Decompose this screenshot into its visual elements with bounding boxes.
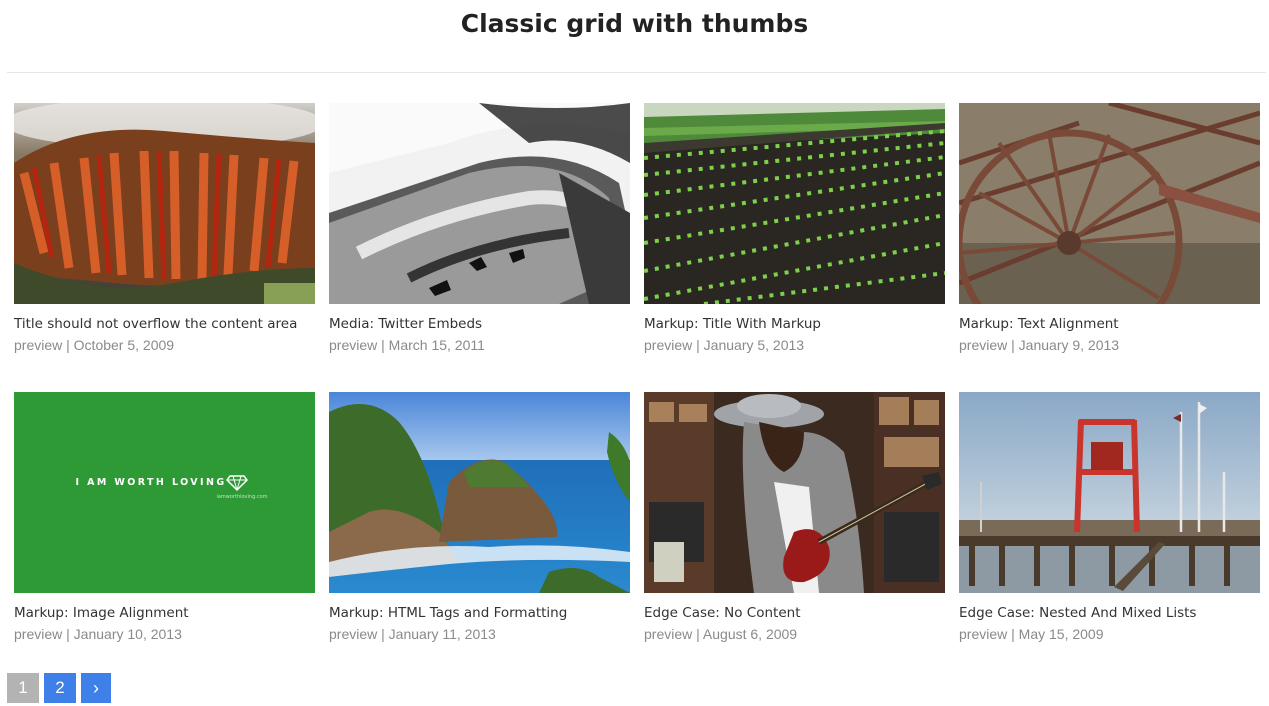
post-date: January 10, 2013: [73, 626, 182, 642]
post-thumbnail-rusty-wheel[interactable]: [959, 103, 1260, 304]
post-date: May 15, 2009: [1018, 626, 1104, 642]
header-divider: [7, 72, 1266, 73]
preview-link[interactable]: preview: [329, 626, 377, 642]
post-meta: preview | January 11, 2013: [329, 624, 630, 644]
post-meta: preview | August 6, 2009: [644, 624, 945, 644]
post-title-link[interactable]: Edge Case: Nested And Mixed Lists: [959, 603, 1260, 623]
post-date: January 11, 2013: [388, 626, 496, 642]
meta-separator: |: [381, 626, 389, 642]
meta-separator: |: [696, 337, 704, 353]
post-thumbnail-rusted-metal[interactable]: [14, 103, 315, 304]
meta-separator: |: [66, 337, 74, 353]
meta-separator: |: [1011, 626, 1019, 642]
banner-subtext: iamworthloving.com: [216, 494, 267, 500]
preview-link[interactable]: preview: [959, 337, 1007, 353]
page-title: Classic grid with thumbs: [460, 9, 809, 38]
post-card: Markup: Text Alignment preview | January…: [959, 103, 1260, 392]
pier-with-red-tower-image: [959, 392, 1260, 593]
page-1-current: 1: [7, 673, 39, 703]
rusty-wagon-wheel-image: [959, 103, 1260, 304]
post-date: March 15, 2011: [388, 337, 485, 353]
post-grid: Title should not overflow the content ar…: [14, 103, 1260, 681]
post-meta: preview | May 15, 2009: [959, 624, 1260, 644]
rusted-metal-image: [14, 103, 315, 304]
black-white-pipe-image: [329, 103, 630, 304]
preview-link[interactable]: preview: [14, 626, 62, 642]
post-card: Markup: Title With Markup preview | Janu…: [644, 103, 945, 392]
post-date: January 5, 2013: [703, 337, 805, 353]
woman-with-guitar-image: [644, 392, 945, 593]
post-date: August 6, 2009: [702, 626, 798, 642]
post-title-link[interactable]: Media: Twitter Embeds: [329, 314, 630, 334]
post-thumbnail-black-white-pipe[interactable]: [329, 103, 630, 304]
post-meta: preview | January 5, 2013: [644, 335, 945, 355]
preview-link[interactable]: preview: [644, 337, 692, 353]
post-date: October 5, 2009: [73, 337, 175, 353]
next-page-button[interactable]: ›: [81, 673, 111, 703]
meta-separator: |: [696, 626, 703, 642]
preview-link[interactable]: preview: [14, 337, 62, 353]
post-title-link[interactable]: Markup: Text Alignment: [959, 314, 1260, 334]
meta-separator: |: [66, 626, 74, 642]
post-date: January 9, 2013: [1018, 337, 1120, 353]
post-title-link[interactable]: Edge Case: No Content: [644, 603, 945, 623]
page-2-link[interactable]: 2: [44, 673, 76, 703]
post-meta: preview | January 10, 2013: [14, 624, 315, 644]
post-card: Markup: HTML Tags and Formatting preview…: [329, 392, 630, 681]
banner-text: I AM WORTH LOVING: [75, 477, 226, 488]
post-card: Edge Case: Nested And Mixed Lists previe…: [959, 392, 1260, 681]
post-title-link[interactable]: Markup: Image Alignment: [14, 603, 315, 623]
post-thumbnail-pier-tower[interactable]: [959, 392, 1260, 593]
post-meta: preview | January 9, 2013: [959, 335, 1260, 355]
preview-link[interactable]: preview: [329, 337, 377, 353]
pagination: 1 2 ›: [7, 673, 111, 703]
post-title-link[interactable]: Markup: HTML Tags and Formatting: [329, 603, 630, 623]
post-thumbnail-guitar-record-store[interactable]: [644, 392, 945, 593]
lettuce-field-image: [644, 103, 945, 304]
post-card: Title should not overflow the content ar…: [14, 103, 315, 392]
post-thumbnail-lettuce-field[interactable]: [644, 103, 945, 304]
post-thumbnail-coastal-rocks[interactable]: [329, 392, 630, 593]
meta-separator: |: [1011, 337, 1019, 353]
meta-separator: |: [381, 337, 389, 353]
post-title-link[interactable]: Markup: Title With Markup: [644, 314, 945, 334]
post-card: I AM WORTH LOVING iamworthloving.com Mar…: [14, 392, 315, 681]
coastal-rocks-image: [329, 392, 630, 593]
preview-link[interactable]: preview: [644, 626, 692, 642]
post-card: Edge Case: No Content preview | August 6…: [644, 392, 945, 681]
post-card: Media: Twitter Embeds preview | March 15…: [329, 103, 630, 392]
post-title-link[interactable]: Title should not overflow the content ar…: [14, 314, 315, 334]
post-meta: preview | October 5, 2009: [14, 335, 315, 355]
post-meta: preview | March 15, 2011: [329, 335, 630, 355]
preview-link[interactable]: preview: [959, 626, 1007, 642]
post-thumbnail-green-banner[interactable]: I AM WORTH LOVING iamworthloving.com: [14, 392, 315, 593]
green-banner-image: I AM WORTH LOVING iamworthloving.com: [14, 392, 315, 593]
